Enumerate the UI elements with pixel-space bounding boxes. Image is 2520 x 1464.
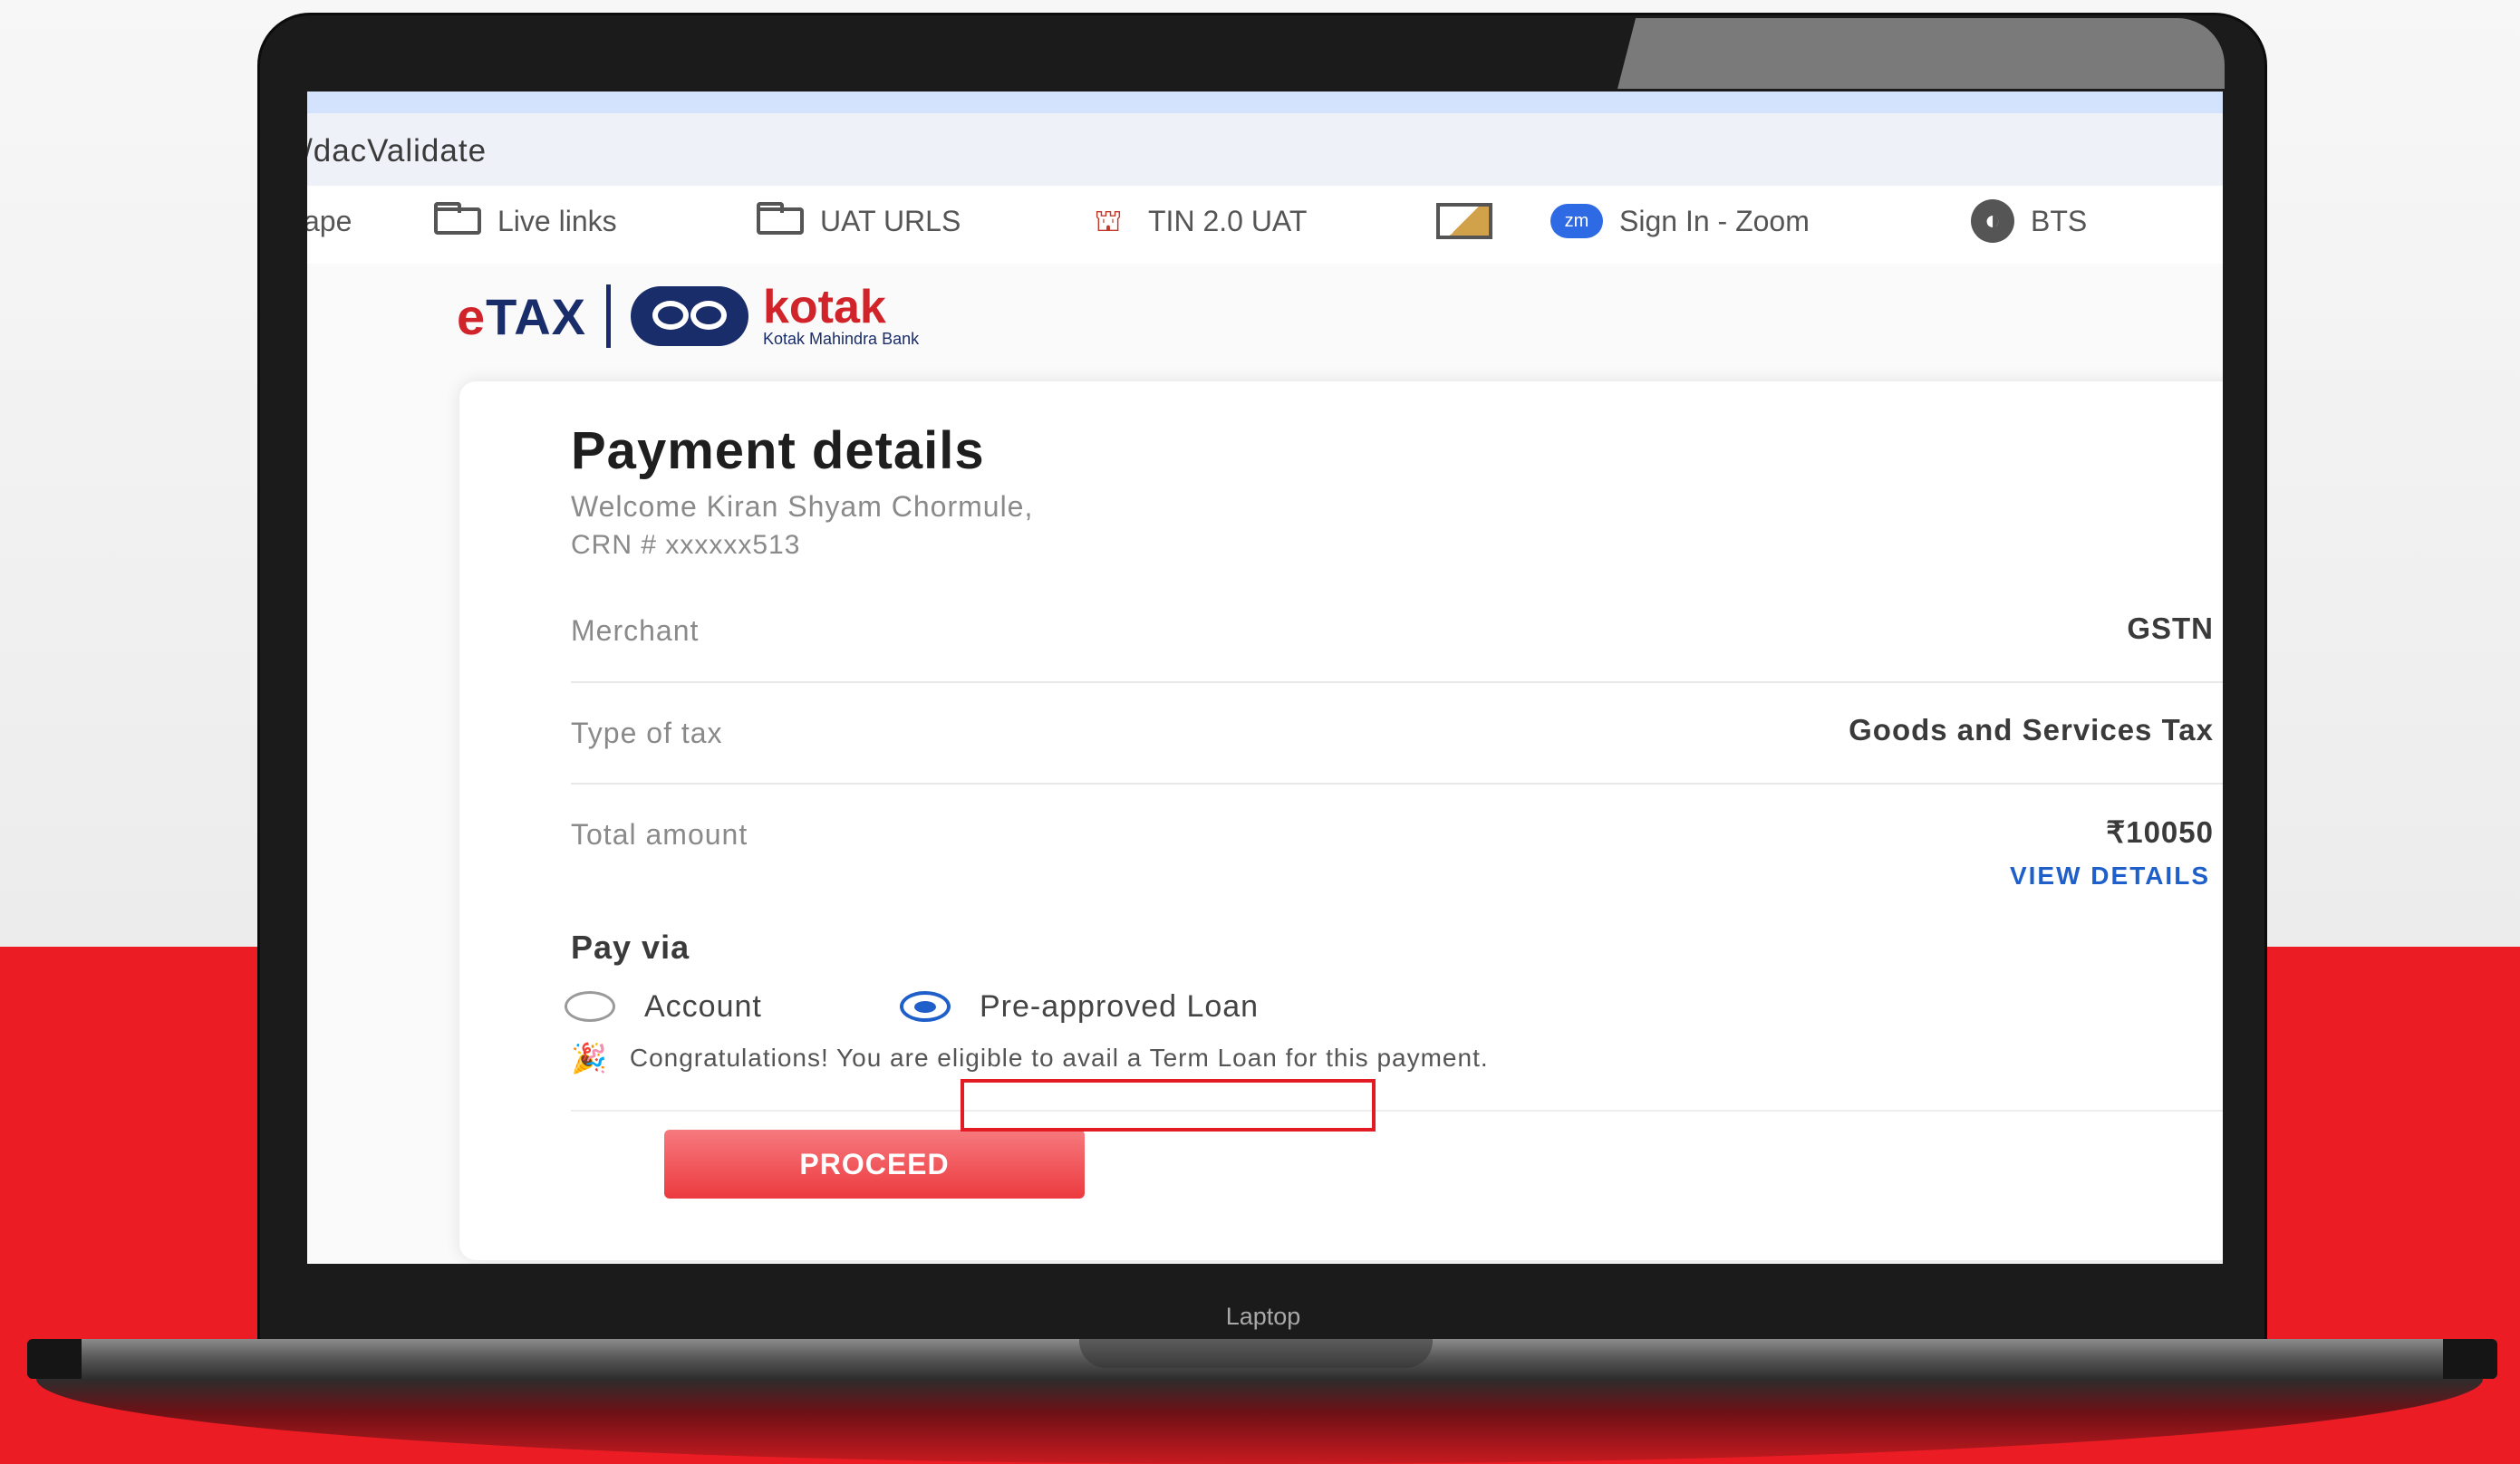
view-details-link[interactable]: VIEW DETAILS bbox=[2010, 862, 2210, 891]
total-amount-label: Total amount bbox=[571, 818, 748, 851]
bookmark-label: BTS bbox=[2031, 204, 2088, 237]
kotak-logo-icon bbox=[631, 286, 748, 346]
pay-via-label: Pay via bbox=[571, 929, 690, 966]
bookmark-bts[interactable]: ◐ BTS bbox=[1971, 198, 2087, 244]
bookmark-live-links[interactable]: Live links bbox=[434, 198, 617, 244]
browser-tab-strip bbox=[307, 92, 2223, 113]
bookmark-item[interactable]: ape bbox=[307, 198, 352, 244]
radio-pre-approved-loan[interactable]: Pre-approved Loan bbox=[900, 984, 1259, 1029]
total-amount-value: ₹10050 bbox=[2106, 815, 2214, 849]
folder-icon bbox=[434, 202, 481, 235]
proceed-button[interactable]: PROCEED bbox=[664, 1130, 1085, 1199]
bookmark-image[interactable] bbox=[1436, 198, 1509, 244]
brand-header: eTAX kotak Kotak Mahindra Bank bbox=[457, 271, 919, 361]
laptop-hinge bbox=[1079, 1339, 1433, 1368]
congrats-text: Congratulations! You are eligible to ava… bbox=[629, 1044, 1489, 1072]
divider bbox=[571, 783, 2223, 785]
address-bar[interactable] bbox=[307, 113, 2223, 186]
radio-checked-icon[interactable] bbox=[900, 991, 951, 1022]
bookmark-zoom[interactable]: zm Sign In - Zoom bbox=[1550, 198, 1810, 244]
radio-label: Pre-approved Loan bbox=[980, 988, 1260, 1024]
bookmark-label: ape bbox=[307, 204, 352, 237]
tin-icon: ⛫ bbox=[1094, 204, 1123, 238]
annotation-highlight-box bbox=[961, 1079, 1376, 1132]
merchant-value: GSTN bbox=[2127, 612, 2214, 645]
bookmark-tin-uat[interactable]: ⛫ TIN 2.0 UAT bbox=[1085, 198, 1307, 244]
welcome-text: Welcome Kiran Shyam Chormule, bbox=[571, 490, 1034, 523]
bezel-reflection bbox=[1617, 18, 2225, 89]
party-popper-icon: 🎉 bbox=[571, 1042, 608, 1074]
bookmark-label: TIN 2.0 UAT bbox=[1148, 204, 1308, 237]
bookmark-label: Live links bbox=[497, 204, 617, 237]
etax-logo: eTAX bbox=[457, 287, 586, 345]
radio-label: Account bbox=[644, 988, 762, 1024]
base-edge-left bbox=[27, 1339, 82, 1379]
radio-unchecked-icon[interactable] bbox=[565, 991, 615, 1022]
folder-icon bbox=[757, 202, 804, 235]
page-title: Payment details bbox=[571, 421, 985, 480]
crn-text: CRN # xxxxxx513 bbox=[571, 530, 801, 560]
tax-type-label: Type of tax bbox=[571, 717, 723, 749]
tax-type-value: Goods and Services Tax bbox=[1849, 713, 2214, 746]
divider bbox=[571, 681, 2223, 683]
merchant-label: Merchant bbox=[571, 614, 700, 647]
brand-separator bbox=[606, 284, 611, 348]
image-icon bbox=[1436, 203, 1492, 239]
kotak-wordmark: kotak Kotak Mahindra Bank bbox=[763, 284, 919, 349]
bookmark-label: Sign In - Zoom bbox=[1619, 204, 1810, 237]
base-edge-right bbox=[2443, 1339, 2497, 1379]
bank-name: kotak bbox=[763, 280, 886, 333]
radio-account[interactable]: Account bbox=[565, 984, 762, 1029]
bank-subtitle: Kotak Mahindra Bank bbox=[763, 329, 920, 348]
bookmark-label: UAT URLS bbox=[820, 204, 961, 237]
url-text[interactable]: /dacValidate bbox=[307, 133, 487, 169]
globe-icon: ◐ bbox=[1971, 199, 2014, 243]
zoom-icon: zm bbox=[1550, 204, 1603, 238]
congrats-message: 🎉 Congratulations! You are eligible to a… bbox=[571, 1041, 1489, 1075]
laptop-screen: /dacValidate ape Live links UAT URLS ⛫ T… bbox=[307, 92, 2223, 1264]
laptop-label: Laptop bbox=[1225, 1303, 1301, 1330]
bookmark-uat-urls[interactable]: UAT URLS bbox=[757, 198, 961, 244]
